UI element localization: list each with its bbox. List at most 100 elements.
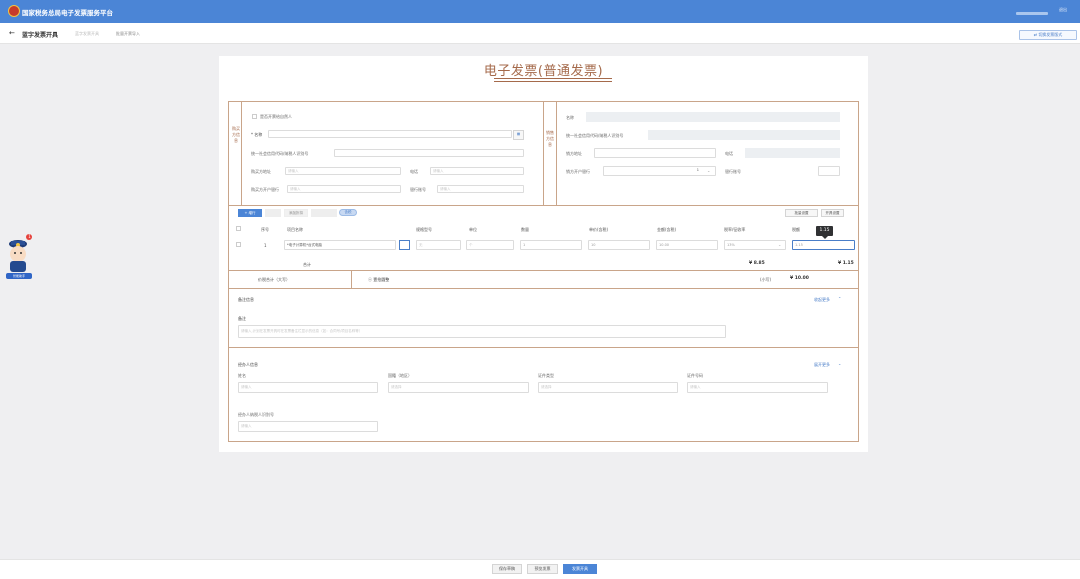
subtotal-amount: ¥ 8.85: [749, 261, 765, 266]
tax-rate-select[interactable]: 13%: [724, 240, 786, 250]
title-underline: [494, 81, 612, 82]
buyer-tax-id-input[interactable]: [334, 149, 524, 157]
buyer-tax-id-label: 统一社会信用代码/纳税人识别号: [251, 151, 309, 156]
natural-person-label: 是否开票给自然人: [260, 114, 292, 119]
buyer-account-input[interactable]: 请输入: [437, 185, 524, 193]
nationality-label: 国籍（地区）: [388, 373, 412, 378]
seller-phone-label: 电话: [725, 151, 733, 156]
tax-setting-button[interactable]: [311, 209, 337, 217]
subtotal-label: 合计: [303, 262, 311, 267]
column-header: 金额(含税): [657, 227, 677, 232]
buyer-address-label: 购买方地址: [251, 169, 271, 174]
column-header: 序号: [261, 227, 269, 232]
issue-setting-button[interactable]: 开具设置: [821, 209, 844, 217]
unit-price-input[interactable]: 10: [588, 240, 650, 250]
handler-name-input[interactable]: 请输入: [238, 382, 378, 393]
id-number-input[interactable]: 请输入: [687, 382, 828, 393]
breadcrumb-item[interactable]: 蓝字发票开具: [75, 31, 99, 37]
seller-address-input[interactable]: [594, 148, 716, 158]
spec-input[interactable]: 无: [416, 240, 461, 250]
preview-invoice-button[interactable]: 预览发票: [527, 564, 558, 574]
buyer-name-label: * 名称: [251, 132, 263, 137]
amount-input[interactable]: 10.00: [656, 240, 718, 250]
seller-heading: 销售方信息: [546, 130, 554, 147]
tax-amount-input[interactable]: 1.15: [792, 240, 855, 250]
expand-handler-link[interactable]: 展开更多: [814, 362, 830, 368]
collapse-remarks-link[interactable]: 收起更多: [814, 297, 830, 303]
divider: [228, 347, 859, 348]
seller-name-label: 名称: [566, 115, 574, 120]
bottom-action-bar: 保存草稿 预览发票 发票开具: [0, 559, 1080, 579]
switch-format-button[interactable]: ⇄ 切换发票版式: [1019, 30, 1077, 40]
buyer-phone-input[interactable]: 请输入: [430, 167, 524, 175]
remarks-section-title: 备注信息: [238, 297, 254, 302]
buyer-phone-label: 电话: [410, 169, 418, 174]
logout-link[interactable]: 退出: [1059, 7, 1067, 13]
seller-address-label: 销方地址: [566, 151, 582, 156]
column-header: 数量: [521, 227, 529, 232]
total-lower: ¥ 10.00: [790, 276, 809, 281]
divider: [543, 101, 544, 205]
seller-account-label: 银行账号: [725, 169, 741, 174]
item-picker-button[interactable]: [399, 240, 410, 250]
seller-name-value: [586, 112, 840, 122]
row-checkbox[interactable]: [236, 242, 241, 247]
seller-tax-id-value: [648, 130, 840, 140]
user-name[interactable]: [1016, 12, 1048, 15]
column-header: 单位: [469, 227, 477, 232]
assistant-avatar[interactable]: 1 智能助手: [4, 232, 34, 282]
handler-taxpayer-id-input[interactable]: 请输入: [238, 421, 378, 432]
nationality-select[interactable]: 请选择: [388, 382, 529, 393]
remark-textarea[interactable]: 请输入,计划在发票开具时在发票备注栏显示的信息（如：合同号/项目名称等）: [238, 325, 726, 338]
divider: [228, 270, 859, 271]
back-arrow-icon[interactable]: ←: [9, 29, 15, 37]
item-name-input[interactable]: *电子计算机*台式电脑: [284, 240, 396, 250]
buyer-name-input[interactable]: [268, 130, 512, 138]
switch-format-label: 切换发票版式: [1038, 32, 1063, 37]
handler-section-title: 经办人信息: [238, 362, 258, 367]
divider: [556, 101, 557, 205]
seller-bank-select[interactable]: 1: [603, 166, 716, 176]
subtotal-tax: ¥ 1.15: [838, 261, 854, 266]
buyer-account-label: 银行账号: [410, 187, 426, 192]
invoice-title: 电子发票(普通发票): [483, 64, 604, 79]
column-header: 项目名称: [287, 227, 303, 232]
divider: [241, 101, 242, 205]
buyer-bank-input[interactable]: 请输入: [287, 185, 401, 193]
divider: [228, 288, 859, 289]
chevron-down-icon: ⌄: [707, 168, 711, 173]
select-all-checkbox[interactable]: [236, 226, 241, 231]
total-label: 价税合计（大写）: [258, 277, 290, 282]
tax-tooltip: 1.15: [816, 226, 833, 236]
delete-row-button[interactable]: 删除行: [265, 209, 281, 217]
tooltip-arrow: [822, 236, 828, 239]
seller-account-input[interactable]: [818, 166, 840, 176]
breadcrumb-item: 批量开票导入: [116, 31, 140, 36]
title-underline: [494, 78, 612, 79]
column-header: 规格型号: [416, 227, 432, 232]
add-row-button[interactable]: + 增行: [238, 209, 262, 217]
natural-person-checkbox[interactable]: [252, 114, 257, 119]
column-header: 单价(含税): [589, 227, 609, 232]
buyer-address-input[interactable]: 请输入: [285, 167, 401, 175]
save-draft-button[interactable]: 保存草稿: [492, 564, 522, 574]
tax-included-toggle[interactable]: 含税: [339, 209, 357, 216]
unit-input[interactable]: 个: [466, 240, 514, 250]
buyer-bank-label: 购买方开户银行: [251, 187, 279, 192]
total-upper: ⓧ 壹拾圆整: [368, 277, 390, 282]
id-type-select[interactable]: 请选择: [538, 382, 678, 393]
chevron-up-icon[interactable]: ⌃: [838, 296, 841, 301]
id-number-label: 证件号码: [687, 373, 703, 378]
add-discount-button[interactable]: 添加折扣: [284, 209, 308, 217]
divider: [228, 205, 859, 206]
seller-tax-id-label: 统一社会信用代码/纳税人识别号: [566, 133, 624, 138]
batch-setting-button[interactable]: 批量设置: [785, 209, 818, 217]
issue-invoice-button[interactable]: 发票开具: [563, 564, 597, 574]
seller-bank-label: 销方开户银行: [566, 169, 590, 174]
column-header: 税率/征收率: [724, 227, 746, 232]
building-search-icon[interactable]: ▦: [513, 130, 524, 140]
chevron-down-icon[interactable]: ⌄: [838, 361, 841, 366]
assistant-label: 智能助手: [12, 274, 25, 278]
chevron-down-icon: ⌄: [778, 242, 782, 247]
quantity-input[interactable]: 1: [520, 240, 582, 250]
